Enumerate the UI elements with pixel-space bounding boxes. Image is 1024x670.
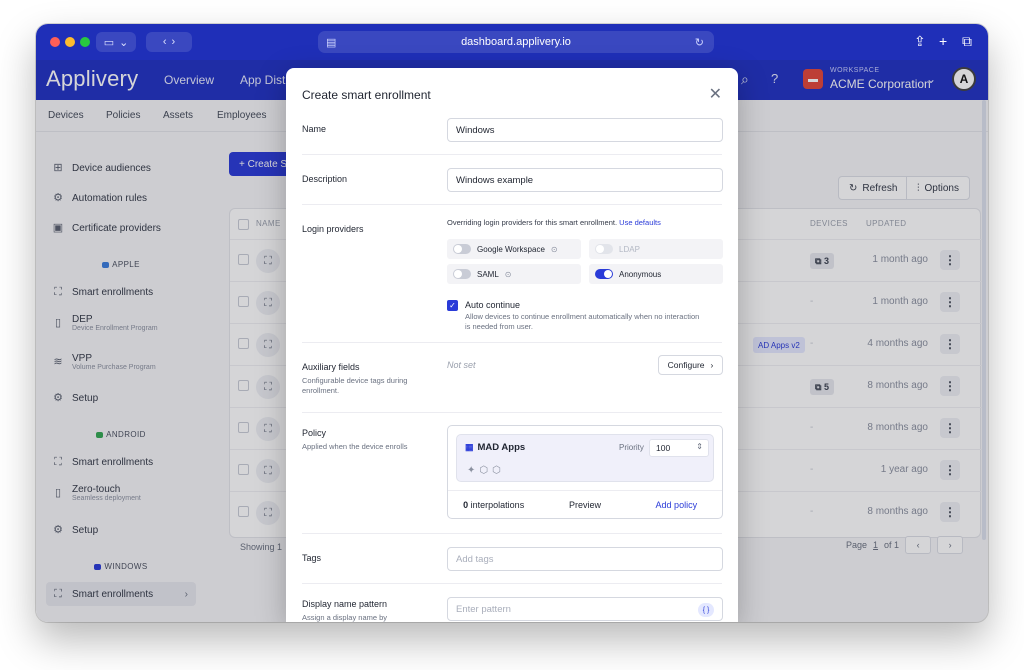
new-tab-icon[interactable]: + <box>939 33 947 49</box>
chevron-right-icon: › <box>710 360 714 370</box>
address-bar[interactable]: ▤ dashboard.applivery.io ↻ <box>318 31 714 53</box>
add-policy-button[interactable]: Add policy <box>631 500 722 510</box>
description-label: Description <box>302 174 348 184</box>
description-field[interactable]: Windows example <box>447 168 723 192</box>
close-icon[interactable]: ✕ <box>709 84 722 104</box>
divider <box>302 583 722 584</box>
chevron-down-icon: ⌄ <box>119 36 129 49</box>
divider <box>302 412 722 413</box>
google-workspace-toggle[interactable] <box>453 244 471 254</box>
display-name-pattern-help: Assign a display name by <box>302 613 388 622</box>
preview-button[interactable]: Preview <box>539 500 630 510</box>
provider-ldap[interactable]: LDAP <box>589 239 723 259</box>
minimize-window-button[interactable] <box>65 37 75 47</box>
cube-icon: ⬡ <box>492 465 501 476</box>
divider <box>302 533 722 534</box>
url-text: dashboard.applivery.io <box>461 36 571 48</box>
display-name-pattern-input[interactable]: Enter pattern{ } <box>447 597 723 621</box>
browser-window: ▭ ⌄ ‹ › ▤ dashboard.applivery.io ↻ ⇪ + ⧉ A… <box>36 24 988 622</box>
forward-icon[interactable]: › <box>172 36 176 48</box>
cube-icon: ⬡ <box>479 465 489 476</box>
create-smart-enrollment-dialog: Create smart enrollment ✕ Name Windows D… <box>286 68 738 622</box>
verified-icon: ⊙ <box>504 269 512 279</box>
page-settings-icon[interactable]: ▤ <box>326 36 336 49</box>
back-icon[interactable]: ‹ <box>163 36 167 48</box>
login-providers-label: Login providers <box>302 224 364 234</box>
provider-saml[interactable]: SAML ⊙ <box>447 264 581 284</box>
policy-footer: 0 interpolations Preview Add policy <box>448 490 722 518</box>
anonymous-toggle[interactable] <box>595 269 613 279</box>
tags-input[interactable]: Add tags <box>447 547 723 571</box>
ldap-toggle[interactable] <box>595 244 613 254</box>
policy-name: ▦ MAD Apps <box>465 442 526 453</box>
policy-grid-icon: ▦ <box>465 442 474 452</box>
auxiliary-fields-value: Not set <box>447 360 476 370</box>
policy-label: Policy <box>302 428 327 438</box>
stepper-arrows-icon[interactable]: ⇕ <box>696 442 703 451</box>
divider <box>302 342 722 343</box>
tags-label: Tags <box>302 553 322 563</box>
configure-button[interactable]: Configure › <box>658 355 723 375</box>
provider-anonymous[interactable]: Anonymous <box>589 264 723 284</box>
login-providers-description: Overriding login providers for this smar… <box>447 218 661 227</box>
saml-toggle[interactable] <box>453 269 471 279</box>
dialog-title: Create smart enrollment <box>302 88 431 102</box>
divider <box>302 154 722 155</box>
priority-stepper[interactable]: 100 ⇕ <box>649 439 709 457</box>
tabs-overview-icon[interactable]: ⧉ <box>962 33 972 50</box>
interpolations-count: 0 interpolations <box>463 499 525 510</box>
share-icon[interactable]: ⇪ <box>914 33 926 50</box>
provider-google-workspace[interactable]: Google Workspace ⊙ <box>447 239 581 259</box>
name-label: Name <box>302 124 327 134</box>
auxiliary-fields-help: Configurable device tags during enrollme… <box>302 376 408 395</box>
policy-platform-icons: ✦ ⬡ ⬡ <box>467 465 501 476</box>
policy-card: ▦ MAD Apps Priority 100 ⇕ ✦ ⬡ ⬡ 0 interpolat… <box>447 425 723 519</box>
display-name-pattern-label: Display name pattern <box>302 599 388 609</box>
name-field[interactable]: Windows <box>447 118 723 142</box>
code-braces-icon[interactable]: { } <box>698 603 714 617</box>
page-scrollbar[interactable] <box>982 100 986 540</box>
policy-help: Applied when the device enrolls <box>302 442 408 451</box>
divider <box>302 204 722 205</box>
auto-continue-description: Allow devices to continue enrollment aut… <box>465 312 700 331</box>
close-window-button[interactable] <box>50 37 60 47</box>
sidebar-icon: ▭ <box>103 36 115 49</box>
use-defaults-link[interactable]: Use defaults <box>619 218 661 227</box>
verified-icon: ⊙ <box>550 244 558 254</box>
priority-label: Priority <box>619 443 644 452</box>
auto-continue-label: Auto continue <box>465 300 521 310</box>
sidebar-toggle-button[interactable]: ▭ ⌄ <box>96 32 136 52</box>
nav-back-forward[interactable]: ‹ › <box>146 32 192 52</box>
reload-icon[interactable]: ↻ <box>695 36 704 49</box>
sparkle-icon: ✦ <box>467 465 476 476</box>
policy-item[interactable]: ▦ MAD Apps Priority 100 ⇕ ✦ ⬡ ⬡ <box>456 434 714 482</box>
auto-continue-checkbox[interactable]: ✓ <box>447 300 458 311</box>
zoom-window-button[interactable] <box>80 37 90 47</box>
browser-titlebar: ▭ ⌄ ‹ › ▤ dashboard.applivery.io ↻ ⇪ + ⧉ <box>36 24 988 60</box>
auxiliary-fields-label: Auxiliary fields <box>302 362 360 372</box>
